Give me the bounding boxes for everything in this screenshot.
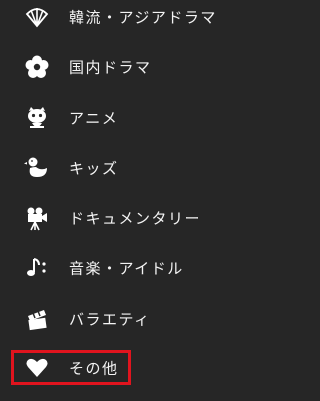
- menu-item-anime[interactable]: アニメ: [0, 96, 269, 140]
- menu-item-label: バラエティ: [69, 310, 151, 329]
- menu-item-label: 音楽・アイドル: [69, 259, 184, 278]
- duck-icon: [24, 155, 50, 181]
- menu-item-kids[interactable]: キッズ: [0, 146, 269, 190]
- genre-menu: 韓流・アジアドラマ 国内ドラマ アニメ キッズ ドキュメンタリー 音楽・アイドル…: [0, 0, 269, 401]
- menu-item-variety[interactable]: バラエティ: [0, 297, 269, 341]
- clapperboard-icon: [24, 306, 50, 332]
- menu-item-label: その他: [69, 359, 119, 378]
- menu-item-documentary[interactable]: ドキュメンタリー: [0, 196, 269, 240]
- flower-icon: [24, 54, 50, 80]
- music-note-icon: [24, 255, 50, 281]
- menu-item-label: 国内ドラマ: [69, 58, 152, 77]
- heart-icon: [24, 355, 50, 381]
- menu-item-label: ドキュメンタリー: [69, 209, 202, 228]
- menu-item-other[interactable]: その他: [0, 346, 269, 390]
- menu-item-label: キッズ: [69, 159, 119, 178]
- menu-item-label: アニメ: [69, 109, 119, 128]
- menu-item-domestic-drama[interactable]: 国内ドラマ: [0, 45, 269, 89]
- fan-icon: [24, 4, 50, 30]
- menu-item-music-idol[interactable]: 音楽・アイドル: [0, 246, 269, 290]
- movie-camera-icon: [24, 205, 50, 231]
- menu-item-label: 韓流・アジアドラマ: [69, 8, 217, 27]
- menu-item-korean-asian-drama[interactable]: 韓流・アジアドラマ: [0, 0, 269, 39]
- cute-character-icon: [24, 105, 50, 131]
